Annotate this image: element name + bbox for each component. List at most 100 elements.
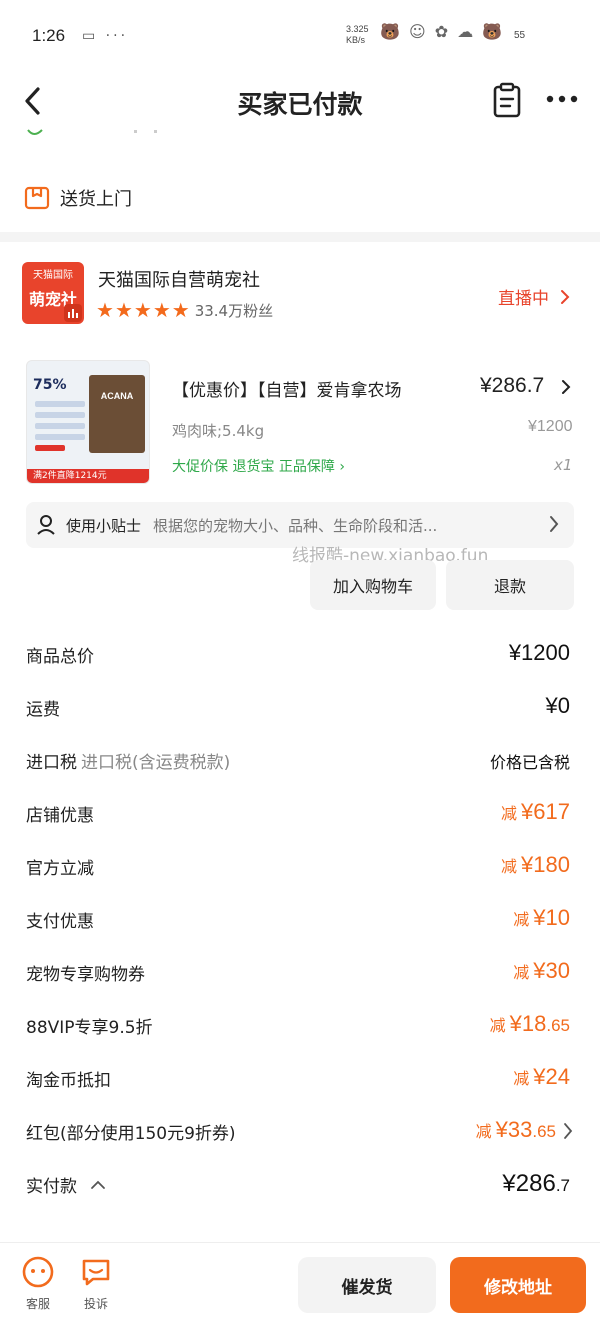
fee-value: 减 ¥18.65 [490,1011,570,1037]
product-services-link[interactable]: 大促价保 退货宝 正品保障 › [172,456,345,476]
fee-amount: ¥286 [502,1170,556,1197]
fee-prefix: 减 [501,859,518,876]
status-bar: 1:26 ▭ ··· 3.325 KB/s 🐻 ☺ ✿ ☁ 🐻 55 [0,0,600,70]
bottom-action-bar: 客服 投诉 催发货 修改地址 [0,1242,600,1335]
fee-prefix: 减 [513,1071,530,1088]
fee-value: 减 ¥10 [513,905,570,931]
fee-amount-cents: .65 [546,1016,570,1035]
product-image-text-lines [35,401,85,456]
fee-amount: ¥617 [521,799,570,824]
product-price: ¥286.7 [480,374,545,397]
net-speed-unit: KB/s [346,35,366,45]
net-speed-value: 3.325 [346,24,369,34]
star-icon: ★ [133,298,152,322]
shop-logo-top-text: 天猫国际 [33,270,73,281]
star-icon: ★ [114,298,133,322]
fee-value: 减 ¥24 [513,1064,570,1090]
shop-fans-count: 33.4万粉丝 [194,301,274,320]
tips-user-icon [37,515,55,535]
product-image-promo-strip: 满2件直降1214元 [27,469,149,483]
fee-row-taojinbi: 淘金币抵扣 减 ¥24 [26,1064,574,1094]
live-bars-icon [64,304,82,322]
fee-amount-cents: .7 [555,1176,570,1195]
product-spec: 鸡肉味;5.4kg [172,422,265,440]
star-icon: ★ [152,298,171,322]
fee-label-main: 实付款 [26,1177,77,1197]
fee-label: 实付款 [26,1172,106,1197]
fee-value: 减 ¥617 [501,799,570,825]
fee-label: 官方立减 [26,859,94,879]
live-label: 直播中 [498,289,549,309]
fee-prefix: 减 [501,806,518,823]
fee-label: 88VIP专享9.5折 [26,1018,153,1038]
delivery-method[interactable]: 送货上门 [24,180,132,216]
product-title[interactable]: 【优惠价】【自营】爱肯拿农场 [172,376,402,401]
fee-amount-cents: .65 [532,1122,556,1141]
status-time: 1:26 [32,26,66,45]
chevron-right-icon[interactable] [560,378,572,396]
order-clipboard-button[interactable] [490,81,524,119]
fee-amount: ¥33 [495,1117,533,1142]
fee-label: 支付优惠 [26,912,94,932]
complain-icon [82,1259,110,1286]
fee-row-goods-total: 商品总价 ¥1200 [26,640,574,670]
fee-row-pet-coupon: 宠物专享购物券 减 ¥30 [26,958,574,988]
product-original-price: ¥1200 [528,418,573,435]
clipped-row-fragment [27,129,157,135]
status-icons: ▭ ··· [82,28,129,44]
fee-amount: ¥30 [533,958,570,983]
fee-row-payment-discount: 支付优惠 减 ¥10 [26,905,574,935]
complain-button[interactable]: 投诉 [66,1255,126,1312]
customer-service-button[interactable]: 客服 [8,1255,68,1312]
chevron-right-icon [550,516,559,532]
customer-service-label: 客服 [25,1297,50,1311]
fee-prefix: 减 [513,912,530,929]
fee-row-88vip: 88VIP专享9.5折 减 ¥18.65 [26,1011,574,1041]
clipboard-icon [493,82,521,118]
fee-row-actual-paid[interactable]: 实付款 ¥286.7 [26,1170,574,1200]
net-speed: 3.325 KB/s [346,24,369,46]
fee-amount: ¥10 [533,905,570,930]
fee-label: 店铺优惠 [26,806,94,826]
fee-label-main: 进口税 [26,753,77,773]
live-status-link[interactable]: 直播中 [498,284,572,309]
delivery-label: 送货上门 [60,189,132,210]
fee-prefix: 减 [489,1018,506,1035]
shop-name[interactable]: 天猫国际自营萌宠社 [98,266,260,292]
add-to-cart-button[interactable]: 加入购物车 [310,560,436,610]
fee-amount: ¥18 [509,1011,547,1036]
tips-text: 根据您的宠物大小、品种、生命阶段和活... [153,516,438,535]
fee-value: 减 ¥33.65 [476,1117,556,1143]
product-quantity: x1 [554,456,573,474]
nav-bar: 买家已付款 [0,75,600,129]
fee-label: 淘金币抵扣 [26,1071,111,1091]
product-image[interactable]: 75% ACANA 满2件直降1214元 [26,360,150,484]
battery-level: 55 [514,30,526,41]
status-deco-icons: 🐻 ☺ ✿ ☁ 🐻 [380,22,505,41]
product-image-percent: 75% [33,377,67,393]
fee-value: ¥1200 [508,640,570,665]
more-button[interactable] [545,89,579,109]
fee-prefix: 减 [475,1124,492,1141]
fee-row-import-tax: 进口税 进口税(含运费税款) 价格已含税 [26,746,574,776]
fee-value: ¥286.7 [502,1170,570,1198]
fee-row-official-discount: 官方立减 减 ¥180 [26,852,574,882]
shop-logo[interactable]: 天猫国际 萌宠社 [22,262,84,324]
urge-shipment-button[interactable]: 催发货 [298,1257,436,1313]
fee-value: 价格已含税 [489,753,570,772]
fee-value: 减 ¥180 [501,852,570,878]
fee-label: 红包(部分使用150元9折券) [26,1124,236,1144]
fee-row-red-packet[interactable]: 红包(部分使用150元9折券) 减 ¥33.65 [26,1117,574,1147]
chevron-right-icon [564,1123,573,1139]
tips-label: 使用小贴士 [66,516,142,535]
fee-label: 宠物专享购物券 [26,965,145,985]
product-image-bag [89,375,145,453]
delivery-box-icon [24,186,50,210]
product-image-bag-text: ACANA [100,391,134,401]
fee-row-shop-discount: 店铺优惠 减 ¥617 [26,799,574,829]
star-icon: ★ [96,298,114,322]
fee-amount: ¥180 [521,852,570,877]
refund-button[interactable]: 退款 [446,560,574,610]
fee-label: 商品总价 [26,647,94,667]
modify-address-button[interactable]: 修改地址 [450,1257,586,1313]
